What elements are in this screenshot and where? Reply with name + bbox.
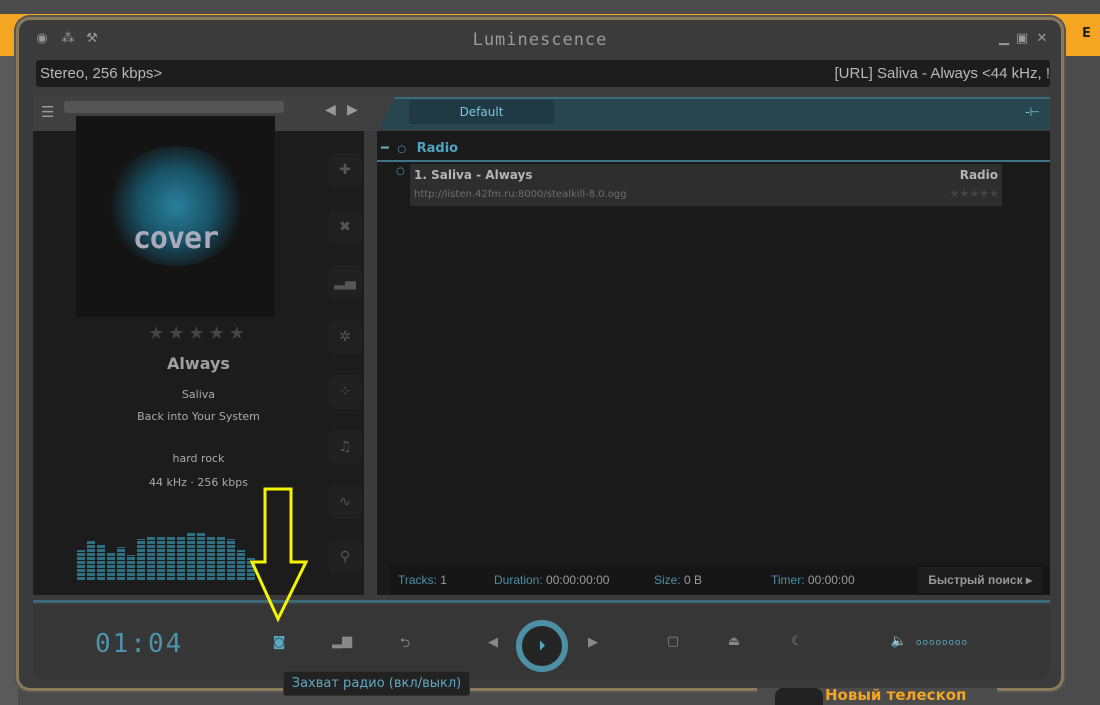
info-ticker: Stereo, 256 kbps> [URL] Saliva - Always <…: [36, 60, 1050, 87]
track-radio-icon: ○: [396, 166, 405, 177]
duration-value: 00:00:00:00: [546, 573, 610, 587]
volume-slider[interactable]: oooooooo: [916, 638, 968, 648]
collapse-icon[interactable]: ━: [381, 141, 389, 156]
spectrum-bar: [127, 555, 135, 580]
track-url: http://listen.42fm.ru:8000/stealkill-8.0…: [414, 189, 627, 200]
volume-icon[interactable]: 🔈: [889, 634, 909, 649]
timer-value: 00:00:00: [807, 573, 855, 587]
spectrum-bar: [137, 539, 145, 580]
time-display[interactable]: 01:04: [95, 629, 183, 659]
play-pause-button[interactable]: ⏵: [516, 620, 568, 672]
add-icon[interactable]: ✚: [328, 153, 362, 187]
track-artist: Saliva: [181, 388, 216, 401]
track-rating-stars[interactable]: ★★★★★: [950, 187, 999, 200]
annotation-arrow-icon: [249, 487, 309, 623]
size-value: 0 B: [684, 573, 703, 587]
track-album: Back into Your System: [137, 410, 260, 423]
radio-capture-icon[interactable]: ◙: [269, 635, 289, 650]
playlist-track[interactable]: 1. Saliva - Always http://listen.42fm.ru…: [410, 164, 1002, 206]
spectrum-bar: [117, 547, 125, 580]
spectrum-bar: [237, 550, 245, 580]
group-label: Radio: [416, 141, 459, 156]
spectrum-bar: [197, 533, 205, 580]
quick-search-button[interactable]: Быстрый поиск ▸: [918, 567, 1042, 593]
next-button[interactable]: ▶: [583, 635, 603, 650]
track-format: 44 kHz · 256 kbps: [149, 476, 248, 489]
spectrum-visualizer: [77, 520, 267, 580]
playlist-group[interactable]: ━ ○ Radio: [377, 138, 1050, 162]
previous-button[interactable]: ◀: [483, 635, 503, 650]
music-note-icon[interactable]: ♫: [328, 430, 362, 464]
quick-search-label: Быстрый поиск: [928, 573, 1023, 587]
window-title: Luminescence: [472, 30, 608, 50]
spectrum-bar: [97, 544, 105, 580]
chevron-right-icon: ▸: [1025, 573, 1032, 587]
info-right: [URL] Saliva - Always <44 kHz, !: [834, 65, 1051, 82]
spectrum-bar: [177, 536, 185, 580]
album-cover: cover: [76, 116, 275, 317]
sleep-timer-icon[interactable]: ☾: [787, 634, 807, 649]
pin-icon[interactable]: -⊢: [1025, 105, 1040, 119]
spectrum-bar: [207, 536, 215, 580]
spectrum-bar: [107, 552, 115, 580]
stop-button[interactable]: ▢: [663, 634, 683, 649]
menu-list-icon[interactable]: ☰: [41, 103, 54, 121]
tab-default[interactable]: Default: [409, 100, 554, 124]
bg-tab: E: [1082, 26, 1091, 41]
shuffle-icon[interactable]: ⁘: [328, 375, 362, 409]
info-left: Stereo, 256 kbps>: [40, 65, 163, 82]
cover-placeholder-text: cover: [132, 221, 219, 256]
waveform-icon[interactable]: ∿: [328, 485, 362, 519]
seek-bar[interactable]: [33, 600, 1050, 603]
duration-label: Duration:: [494, 573, 543, 587]
search-icon[interactable]: ⚲: [328, 540, 362, 574]
sort-icon[interactable]: ▂▄: [328, 265, 362, 299]
prev-panel-icon[interactable]: ◀: [325, 102, 336, 118]
cover-tab: [64, 101, 284, 113]
player-window: ◉ ⁂ ⚒ Luminescence ▁ ▣ ✕ Stereo, 256 kbp…: [16, 17, 1064, 691]
status-bar: Tracks: 1 Duration: 00:00:00:00 Size: 0 …: [390, 565, 1050, 595]
remove-icon[interactable]: ✖: [328, 210, 362, 244]
eject-button[interactable]: ⏏: [724, 634, 744, 649]
close-icon[interactable]: ✕: [1035, 32, 1049, 46]
tracks-label: Tracks:: [398, 573, 437, 587]
track-title: Always: [167, 354, 230, 373]
spectrum-bar: [77, 550, 85, 580]
spectrum-bar: [187, 533, 195, 580]
spectrum-bar: [227, 539, 235, 580]
news-title[interactable]: Новый телескоп: [825, 686, 966, 704]
track-type: Radio: [959, 168, 998, 182]
minimize-icon[interactable]: ▁: [997, 32, 1011, 46]
news-thumbnail: [775, 688, 823, 705]
timer-label: Timer:: [771, 573, 805, 587]
spectrum-bar: [217, 536, 225, 580]
group-radio-icon: ○: [397, 144, 407, 155]
size-label: Size:: [654, 573, 681, 587]
settings-icon[interactable]: ✲: [328, 320, 362, 354]
background-news-item[interactable]: Новый телескоп: [757, 686, 997, 705]
equalizer-icon[interactable]: ▂▆: [332, 634, 352, 649]
tooltip: Захват радио (вкл/выкл): [283, 671, 470, 696]
track-title: 1. Saliva - Always: [414, 168, 533, 182]
next-panel-icon[interactable]: ▶: [347, 102, 358, 118]
maximize-icon[interactable]: ▣: [1015, 32, 1029, 46]
side-toolbar: ✚ ✖ ▂▄ ✲ ⁘ ♫ ∿ ⚲: [328, 145, 364, 595]
track-genre: hard rock: [172, 452, 225, 465]
tracks-value: 1: [440, 573, 447, 587]
spectrum-bar: [157, 536, 165, 580]
spectrum-bar: [87, 541, 95, 580]
rating-stars[interactable]: ★★★★★: [33, 323, 364, 344]
spectrum-bar: [147, 536, 155, 580]
spectrum-bar: [167, 536, 175, 580]
repeat-icon[interactable]: ⮌: [395, 634, 415, 656]
